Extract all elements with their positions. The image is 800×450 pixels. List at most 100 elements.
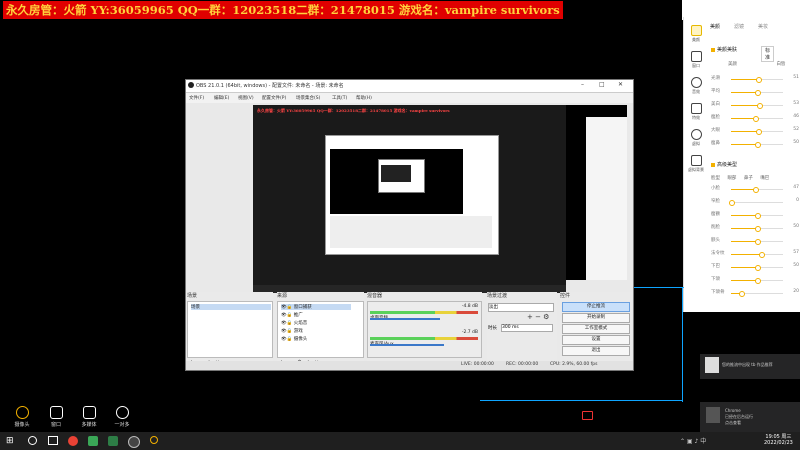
app-taskbar-icon[interactable]: [88, 436, 98, 446]
slider-knob[interactable]: [755, 213, 761, 219]
tray-icons[interactable]: ⌃ ▣ ♪ 中: [680, 436, 706, 445]
slider-track[interactable]: [731, 252, 783, 258]
mixer-body: 桌面音频 -4.8 dB 麦克风/Aux -2.7 dB: [367, 301, 482, 358]
slider-track[interactable]: [731, 187, 783, 193]
slider-track[interactable]: [731, 239, 783, 245]
slider-label: 额头: [711, 238, 720, 243]
menu-help[interactable]: 帮助(H): [356, 95, 372, 101]
side-item-virtual-bg[interactable]: 虚拟背景: [684, 155, 708, 177]
media-tool[interactable]: 多媒体: [76, 406, 102, 432]
chrome-taskbar-icon[interactable]: [68, 436, 78, 446]
slider-row: 削脸 50: [711, 224, 799, 232]
slider-track[interactable]: [731, 226, 783, 232]
exit-button[interactable]: 退出: [562, 346, 630, 356]
side-item-beauty[interactable]: 美颜: [684, 25, 708, 47]
minimize-icon[interactable]: –: [581, 81, 584, 88]
slider-track[interactable]: [731, 278, 783, 284]
notification-promo[interactable]: 您的推流中出现 tb 作品推荐: [700, 354, 800, 379]
slider-track[interactable]: [731, 129, 783, 135]
list-item[interactable]: 👁🔒 火焰音: [281, 320, 307, 326]
studio-mode-button[interactable]: 工作室模式: [562, 324, 630, 334]
menu-view[interactable]: 视图(V): [238, 95, 254, 101]
menu-scene-collection[interactable]: 场景集合(S): [296, 95, 320, 101]
search-icon[interactable]: [28, 436, 37, 445]
toggle-label-white[interactable]: 白皙: [776, 62, 785, 67]
duration-input[interactable]: 300 ms: [501, 324, 553, 332]
slider-knob[interactable]: [755, 265, 761, 271]
slider-knob[interactable]: [755, 90, 761, 96]
side-item-avatar[interactable]: 虚拟: [684, 129, 708, 151]
slider-track[interactable]: [731, 213, 783, 219]
slider-knob[interactable]: [739, 291, 746, 297]
slider-label: 下巴: [711, 264, 720, 269]
slider-track[interactable]: [731, 103, 783, 109]
game-taskbar-icon[interactable]: [108, 436, 118, 446]
slider-knob[interactable]: [755, 278, 761, 284]
preview-content: 永久房管：火箭 YY:36059965 QQ一群：12023518二群：2147…: [253, 105, 566, 293]
start-recording-button[interactable]: 开始录制: [562, 313, 630, 323]
tab-mouth[interactable]: 嘴巴: [760, 176, 769, 181]
volume-slider[interactable]: [370, 344, 444, 346]
slider-track[interactable]: [731, 291, 783, 297]
close-icon[interactable]: ✕: [618, 81, 623, 88]
slider-knob[interactable]: [755, 77, 762, 83]
tab-eyes[interactable]: 眼部: [727, 176, 736, 181]
side-item-window[interactable]: 窗口: [684, 51, 708, 73]
list-item[interactable]: 👁🔒 窗口捕获: [281, 304, 351, 310]
slider-track[interactable]: [731, 90, 783, 96]
notification-chrome[interactable]: Chrome 已经在后台运行 点击查看: [700, 402, 800, 432]
side-item-audio[interactable]: 音效: [684, 77, 708, 99]
tab-nose[interactable]: 鼻子: [744, 176, 753, 181]
menu-profile[interactable]: 配置文件(P): [262, 95, 286, 101]
slider-track[interactable]: [731, 116, 783, 122]
slider-knob[interactable]: [729, 200, 735, 206]
list-item[interactable]: 场景: [191, 304, 271, 310]
slider-knob[interactable]: [758, 252, 765, 258]
start-icon[interactable]: ⊞: [6, 436, 16, 446]
section-beauty-header[interactable]: 美颜美肤 标准: [711, 46, 775, 62]
volume-slider[interactable]: [370, 318, 440, 320]
obs-preview[interactable]: 永久房管：火箭 YY:36059965 QQ一群：12023518二群：2147…: [253, 105, 627, 293]
obs-titlebar[interactable]: OBS 21.0.1 (64bit, windows) - 配置文件: 未命名 …: [186, 80, 633, 93]
tab-filter[interactable]: 滤镜: [734, 23, 744, 30]
slider-knob[interactable]: [755, 142, 761, 148]
camera-tool[interactable]: 摄像头: [9, 406, 35, 432]
one-to-many-tool[interactable]: 一对多: [109, 406, 135, 432]
slider-knob[interactable]: [753, 187, 760, 193]
toggle-label-beauty[interactable]: 美颜: [728, 62, 737, 67]
taskbar-clock[interactable]: 19:05 周三 2022/02/23: [764, 434, 793, 446]
slider-knob[interactable]: [756, 103, 763, 109]
transition-select[interactable]: 淡出: [488, 303, 554, 312]
menu-file[interactable]: 文件(F): [189, 95, 204, 101]
slider-knob[interactable]: [755, 239, 761, 245]
list-item[interactable]: 👁🔒 游戏: [281, 328, 303, 334]
live-taskbar-icon[interactable]: [150, 436, 158, 444]
slider-knob[interactable]: [755, 226, 761, 232]
side-item-effects[interactable]: 特效: [684, 103, 708, 125]
tab-face[interactable]: 脸型: [711, 176, 720, 181]
preset-select[interactable]: 标准: [761, 46, 775, 62]
stop-streaming-button[interactable]: 停止推流: [562, 302, 630, 312]
section-shape-header[interactable]: 高级美型: [711, 161, 737, 168]
slider-track[interactable]: [731, 265, 783, 271]
list-item[interactable]: 👁🔒 推广: [281, 312, 303, 318]
menu-edit[interactable]: 编辑(E): [214, 95, 229, 101]
slider-label: 下颌: [711, 277, 720, 282]
maximize-icon[interactable]: □: [599, 81, 605, 88]
tab-beauty[interactable]: 美颜: [710, 23, 720, 30]
transition-add-remove[interactable]: + − ⚙: [527, 313, 549, 321]
window-tool[interactable]: 窗口: [43, 406, 69, 432]
obs-taskbar-icon[interactable]: [128, 436, 140, 448]
slider-track[interactable]: [729, 200, 783, 206]
list-item[interactable]: 👁🔒 摄像头: [281, 336, 307, 342]
menu-tools[interactable]: 工具(T): [332, 95, 347, 101]
record-camera-icon[interactable]: [582, 411, 593, 420]
slider-knob[interactable]: [756, 129, 763, 135]
slider-track[interactable]: [731, 142, 783, 148]
slider-value: 50: [793, 263, 799, 268]
tab-makeup[interactable]: 美妆: [758, 23, 768, 30]
slider-track[interactable]: [731, 77, 783, 83]
slider-knob[interactable]: [752, 116, 759, 122]
settings-button[interactable]: 设置: [562, 335, 630, 345]
task-view-icon[interactable]: [48, 436, 58, 445]
